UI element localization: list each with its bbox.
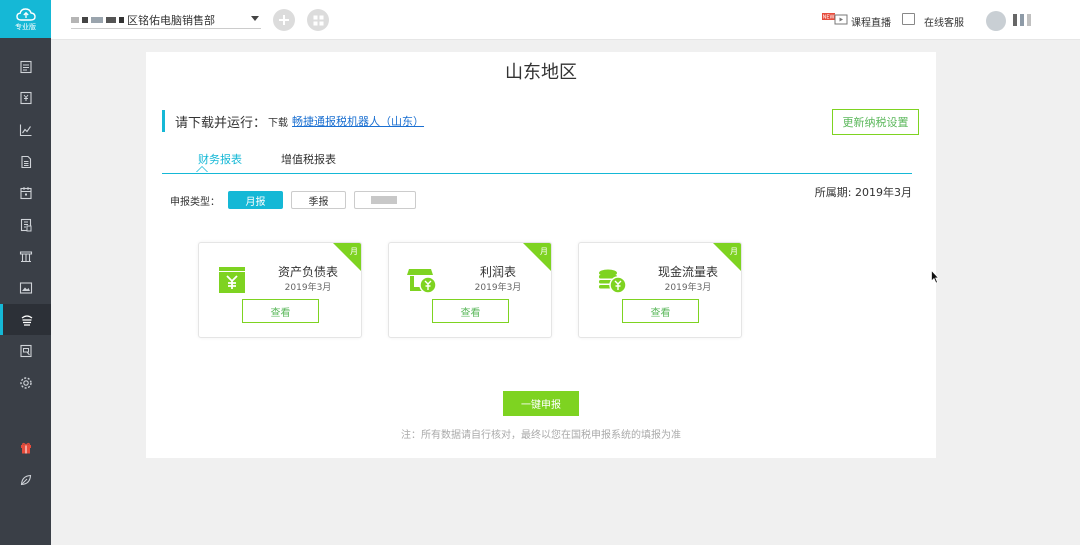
new-badge: NEW	[823, 15, 835, 21]
view-income-statement-button[interactable]: 查看	[432, 299, 509, 323]
app-logo[interactable]: 专业版	[0, 0, 51, 38]
online-service-link[interactable]: 在线客服	[924, 14, 964, 29]
invoice-icon	[19, 60, 32, 73]
company-name: 区铭佑电脑销售部	[127, 13, 215, 27]
card-date: 2019年3月	[284, 283, 332, 293]
sidebar-item-building[interactable]	[0, 241, 51, 273]
archive-icon	[20, 218, 31, 232]
page-title: 山东地区	[505, 62, 577, 83]
sidebar-item-receipt[interactable]	[0, 83, 51, 115]
chart-icon	[19, 124, 31, 137]
live-stream-icon: NEW	[822, 13, 848, 25]
calendar-icon	[19, 187, 32, 200]
chevron-down-icon	[251, 16, 259, 21]
view-cash-flow-button[interactable]: 查看	[622, 299, 699, 323]
active-tab-indicator	[196, 166, 208, 172]
book-icon	[902, 13, 915, 25]
redacted-block	[1027, 14, 1031, 26]
sidebar: 专业版	[0, 0, 51, 545]
card-title: 利润表	[479, 265, 516, 279]
company-selector[interactable]: 区铭佑电脑销售部	[71, 11, 261, 29]
grid-icon	[313, 15, 323, 25]
download-row: 请下载并运行： 下载 畅捷通报税机器人（山东）	[162, 110, 424, 132]
cloud-upload-icon	[15, 7, 36, 21]
grid-button[interactable]	[307, 9, 329, 31]
disclaimer-note: 注：所有数据请自行核对，最终以您在国税申报系统的填报为准	[401, 430, 681, 441]
document-icon	[20, 155, 31, 168]
balance-sheet-card: 月 资产负债表 2019年3月 查看	[198, 242, 362, 338]
redacted-block	[82, 16, 88, 23]
sidebar-item-archive[interactable]	[0, 209, 51, 241]
one-click-submit-button[interactable]: 一键申报	[503, 391, 579, 416]
sidebar-item-gift[interactable]	[0, 432, 51, 464]
card-title: 资产负债表	[277, 265, 338, 279]
report-tabs: 财务报表 增值税报表	[162, 148, 912, 174]
sidebar-item-calendar[interactable]	[0, 177, 51, 209]
tax-icon	[21, 314, 33, 326]
card-title: 现金流量表	[657, 265, 718, 279]
card-date: 2019年3月	[474, 283, 522, 293]
image-icon	[19, 282, 32, 294]
redacted-block	[91, 16, 103, 23]
avatar[interactable]	[986, 11, 1006, 31]
coins-yen-icon	[599, 269, 627, 294]
redacted-block	[106, 16, 116, 23]
sidebar-item-document[interactable]	[0, 146, 51, 178]
settings-icon	[19, 377, 32, 389]
view-balance-sheet-button[interactable]: 查看	[242, 299, 319, 323]
gift-icon	[20, 442, 31, 454]
redacted-block	[370, 196, 397, 204]
download-link[interactable]: 畅捷通报税机器人（山东）	[292, 113, 424, 129]
report-type-monthly[interactable]: 月报	[228, 191, 283, 209]
tab-vat-statements[interactable]: 增值税报表	[281, 151, 336, 167]
edition-label: 专业版	[15, 22, 36, 31]
report-type-quarterly[interactable]: 季报	[291, 191, 346, 209]
sidebar-item-invoice[interactable]	[0, 51, 51, 83]
redacted-block	[71, 16, 79, 23]
live-course-link[interactable]: 课程直播	[851, 14, 891, 29]
month-badge: 月	[350, 247, 358, 256]
tax-filing-panel: 山东地区 请下载并运行： 下载 畅捷通报税机器人（山东） 更新纳税设置 财务报表…	[146, 52, 936, 458]
report-type-row: 申报类型： 月报 季报	[170, 191, 416, 209]
month-badge: 月	[730, 247, 738, 256]
month-badge: 月	[540, 247, 548, 256]
report-cards: 月 资产负债表 2019年3月 查看 月 利润表 2019年3月 查看 月 现金…	[198, 242, 758, 338]
update-tax-settings-button[interactable]: 更新纳税设置	[832, 109, 919, 135]
leaf-icon	[20, 474, 31, 486]
report-icon	[19, 345, 32, 358]
period-label: 所属期: 2019年3月	[814, 186, 912, 199]
top-bar: 区铭佑电脑销售部 NEW 课程直播 在线客服	[51, 0, 1080, 40]
download-prefix: 下载	[268, 117, 289, 129]
income-statement-card: 月 利润表 2019年3月 查看	[388, 242, 552, 338]
sidebar-item-settings[interactable]	[0, 367, 51, 399]
redacted-block	[1020, 14, 1024, 26]
sidebar-item-tax[interactable]	[0, 303, 51, 336]
receipt-icon	[19, 92, 32, 105]
redacted-block	[119, 16, 124, 23]
sidebar-item-image[interactable]	[0, 272, 51, 304]
plus-icon	[279, 15, 289, 25]
download-lead: 请下载并运行：	[175, 115, 267, 131]
shop-yen-icon	[407, 269, 437, 294]
sidebar-item-leaf[interactable]	[0, 464, 51, 496]
add-button[interactable]	[273, 9, 295, 31]
mouse-cursor-icon	[931, 270, 939, 284]
building-icon	[19, 251, 32, 263]
report-type-redacted[interactable]	[354, 191, 416, 209]
cash-flow-card: 月 现金流量表 2019年3月 查看	[578, 242, 742, 338]
card-date: 2019年3月	[664, 283, 712, 293]
report-type-label: 申报类型：	[170, 196, 220, 208]
redacted-block	[1013, 14, 1017, 26]
sidebar-item-chart[interactable]	[0, 114, 51, 146]
sidebar-item-report[interactable]	[0, 335, 51, 367]
wallet-yen-icon	[219, 267, 245, 293]
tab-financial-statements[interactable]: 财务报表	[198, 151, 242, 167]
